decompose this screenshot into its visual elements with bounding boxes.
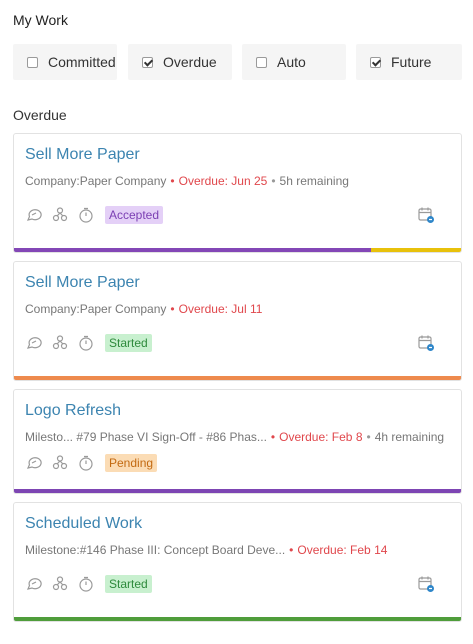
team-icon[interactable] bbox=[51, 206, 69, 224]
team-icon[interactable] bbox=[51, 334, 69, 352]
card-context: Company:Paper Company bbox=[25, 174, 167, 188]
card-actions: Accepted bbox=[25, 205, 164, 225]
calendar-icon[interactable] bbox=[417, 575, 435, 593]
work-card[interactable]: Logo Refresh Milesto... #79 Phase VI Sig… bbox=[13, 389, 462, 494]
calendar-icon[interactable] bbox=[417, 206, 435, 224]
timer-icon[interactable] bbox=[77, 454, 95, 472]
overdue-date: Overdue: Jul 11 bbox=[178, 302, 263, 316]
overdue-checkbox[interactable] bbox=[142, 56, 153, 68]
work-card[interactable]: Scheduled Work Milestone:#146 Phase III:… bbox=[13, 502, 462, 622]
work-card[interactable]: Sell More Paper Company:Paper Company • Ov… bbox=[13, 133, 462, 253]
team-icon[interactable] bbox=[51, 454, 69, 472]
progress-bar-secondary bbox=[371, 248, 461, 252]
committed-checkbox[interactable] bbox=[27, 56, 38, 68]
filter-future[interactable]: Future bbox=[356, 44, 462, 80]
timer-icon[interactable] bbox=[77, 575, 95, 593]
status-badge: Started bbox=[105, 334, 152, 352]
filter-label: Auto bbox=[277, 54, 306, 70]
section-heading-overdue: Overdue bbox=[13, 107, 67, 123]
card-title[interactable]: Sell More Paper bbox=[25, 146, 140, 164]
filter-bar: Committed Overdue Auto Future bbox=[13, 44, 462, 80]
comment-icon[interactable] bbox=[25, 575, 43, 593]
calendar-icon[interactable] bbox=[417, 334, 435, 352]
filter-overdue[interactable]: Overdue bbox=[128, 44, 232, 80]
remaining-time: 5h remaining bbox=[279, 174, 349, 188]
remaining-time: 4h remaining bbox=[374, 430, 445, 444]
card-title[interactable]: Sell More Paper bbox=[25, 274, 140, 292]
card-meta: Milesto... #79 Phase VI Sign-Off - #86 P… bbox=[25, 430, 445, 444]
future-checkbox[interactable] bbox=[370, 56, 381, 68]
card-meta: Company:Paper Company • Overdue: Jun 25 • 5h… bbox=[25, 174, 349, 188]
auto-checkbox[interactable] bbox=[256, 56, 267, 68]
filter-label: Committed bbox=[48, 54, 116, 70]
timer-icon[interactable] bbox=[77, 206, 95, 224]
card-actions: Started bbox=[25, 574, 152, 594]
overdue-date: Overdue: Feb 8 bbox=[279, 430, 363, 444]
progress-bar-primary bbox=[14, 489, 461, 493]
card-meta: Company:Paper Company • Overdue: Jul 11 bbox=[25, 302, 263, 316]
card-meta: Milestone:#146 Phase III: Concept Board … bbox=[25, 543, 388, 557]
comment-icon[interactable] bbox=[25, 334, 43, 352]
timer-icon[interactable] bbox=[77, 334, 95, 352]
card-actions: Started bbox=[25, 333, 152, 353]
card-actions: Pending bbox=[25, 453, 158, 473]
card-context: Milesto... #79 Phase VI Sign-Off - #86 P… bbox=[25, 430, 267, 444]
page-title: My Work bbox=[13, 12, 68, 28]
work-card[interactable]: Sell More Paper Company:Paper Company • Ov… bbox=[13, 261, 462, 381]
card-context: Company:Paper Company bbox=[25, 302, 167, 316]
filter-committed[interactable]: Committed bbox=[13, 44, 117, 80]
progress-bar-primary bbox=[14, 248, 371, 252]
team-icon[interactable] bbox=[51, 575, 69, 593]
status-badge: Started bbox=[105, 575, 152, 593]
filter-label: Overdue bbox=[163, 54, 217, 70]
card-context: Milestone:#146 Phase III: Concept Board … bbox=[25, 543, 286, 557]
comment-icon[interactable] bbox=[25, 454, 43, 472]
status-badge: Pending bbox=[105, 454, 158, 472]
overdue-date: Overdue: Jun 25 bbox=[178, 174, 268, 188]
comment-icon[interactable] bbox=[25, 206, 43, 224]
filter-label: Future bbox=[391, 54, 432, 70]
card-title[interactable]: Logo Refresh bbox=[25, 402, 121, 420]
progress-bar-primary bbox=[14, 617, 461, 621]
filter-auto[interactable]: Auto bbox=[242, 44, 346, 80]
card-title[interactable]: Scheduled Work bbox=[25, 515, 142, 533]
progress-bar-primary bbox=[14, 376, 461, 380]
status-badge: Accepted bbox=[105, 206, 164, 224]
overdue-date: Overdue: Feb 14 bbox=[297, 543, 388, 557]
